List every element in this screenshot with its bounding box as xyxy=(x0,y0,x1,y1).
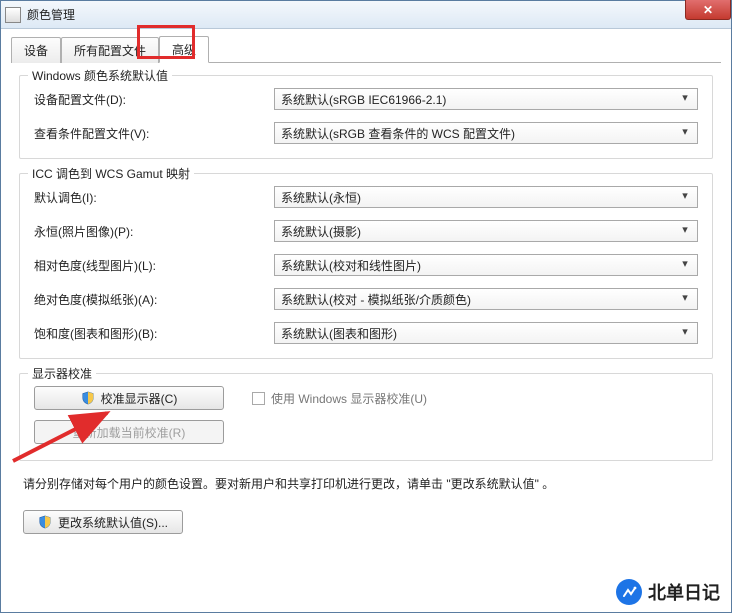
select-viewing-conditions[interactable]: 系统默认(sRGB 查看条件的 WCS 配置文件) xyxy=(274,122,698,144)
change-system-defaults-button[interactable]: 更改系统默认值(S)... xyxy=(23,510,183,534)
close-button[interactable]: ✕ xyxy=(685,0,731,20)
select-relative[interactable]: 系统默认(校对和线性图片) xyxy=(274,254,698,276)
calibrate-display-button[interactable]: 校准显示器(C) xyxy=(34,386,224,410)
group-calibration: 显示器校准 校准显示器(C) 使用 Windows 显示器校准(U) 重新加载当… xyxy=(19,373,713,461)
select-perceptual[interactable]: 系统默认(摄影) xyxy=(274,220,698,242)
label-device-profile: 设备配置文件(D): xyxy=(34,91,274,108)
color-management-window: 颜色管理 ✕ 设备 所有配置文件 高级 Windows 颜色系统默认值 设备配置… xyxy=(0,0,732,613)
titlebar: 颜色管理 ✕ xyxy=(1,1,731,29)
legend-gamut: ICC 调色到 WCS Gamut 映射 xyxy=(28,165,194,182)
label-relative: 相对色度(线型图片)(L): xyxy=(34,257,274,274)
tabstrip: 设备 所有配置文件 高级 xyxy=(11,35,721,63)
select-absolute[interactable]: 系统默认(校对 - 模拟纸张/介质颜色) xyxy=(274,288,698,310)
legend-defaults: Windows 颜色系统默认值 xyxy=(28,67,172,84)
label-viewing-conditions: 查看条件配置文件(V): xyxy=(34,125,274,142)
label-absolute: 绝对色度(模拟纸张)(A): xyxy=(34,291,274,308)
instruction-text: 请分别存储对每个用户的颜色设置。要对新用户和共享打印机进行更改，请单击 "更改系… xyxy=(23,475,709,492)
select-default-intent[interactable]: 系统默认(永恒) xyxy=(274,186,698,208)
group-gamut-mapping: ICC 调色到 WCS Gamut 映射 默认调色(I): 系统默认(永恒) 永… xyxy=(19,173,713,359)
checkbox-box xyxy=(252,392,265,405)
label-default-intent: 默认调色(I): xyxy=(34,189,274,206)
tab-profiles[interactable]: 所有配置文件 xyxy=(61,37,159,63)
watermark-icon xyxy=(616,579,642,605)
content-area: 设备 所有配置文件 高级 Windows 颜色系统默认值 设备配置文件(D): … xyxy=(1,29,731,612)
window-title: 颜色管理 xyxy=(27,6,75,23)
watermark-text: 北单日记 xyxy=(648,579,720,605)
label-saturation: 饱和度(图表和图形)(B): xyxy=(34,325,274,342)
tab-advanced[interactable]: 高级 xyxy=(159,36,209,63)
label-perceptual: 永恒(照片图像)(P): xyxy=(34,223,274,240)
reload-calibration-button: 重新加载当前校准(R) xyxy=(34,420,224,444)
use-windows-calib-checkbox[interactable]: 使用 Windows 显示器校准(U) xyxy=(252,390,427,407)
legend-calibration: 显示器校准 xyxy=(28,365,96,382)
select-device-profile[interactable]: 系统默认(sRGB IEC61966-2.1) xyxy=(274,88,698,110)
close-icon: ✕ xyxy=(703,3,713,17)
shield-icon xyxy=(81,391,95,405)
watermark: 北单日记 xyxy=(616,579,720,605)
tab-devices[interactable]: 设备 xyxy=(11,37,61,63)
shield-icon xyxy=(38,515,52,529)
app-icon xyxy=(5,7,21,23)
group-defaults: Windows 颜色系统默认值 设备配置文件(D): 系统默认(sRGB IEC… xyxy=(19,75,713,159)
select-saturation[interactable]: 系统默认(图表和图形) xyxy=(274,322,698,344)
